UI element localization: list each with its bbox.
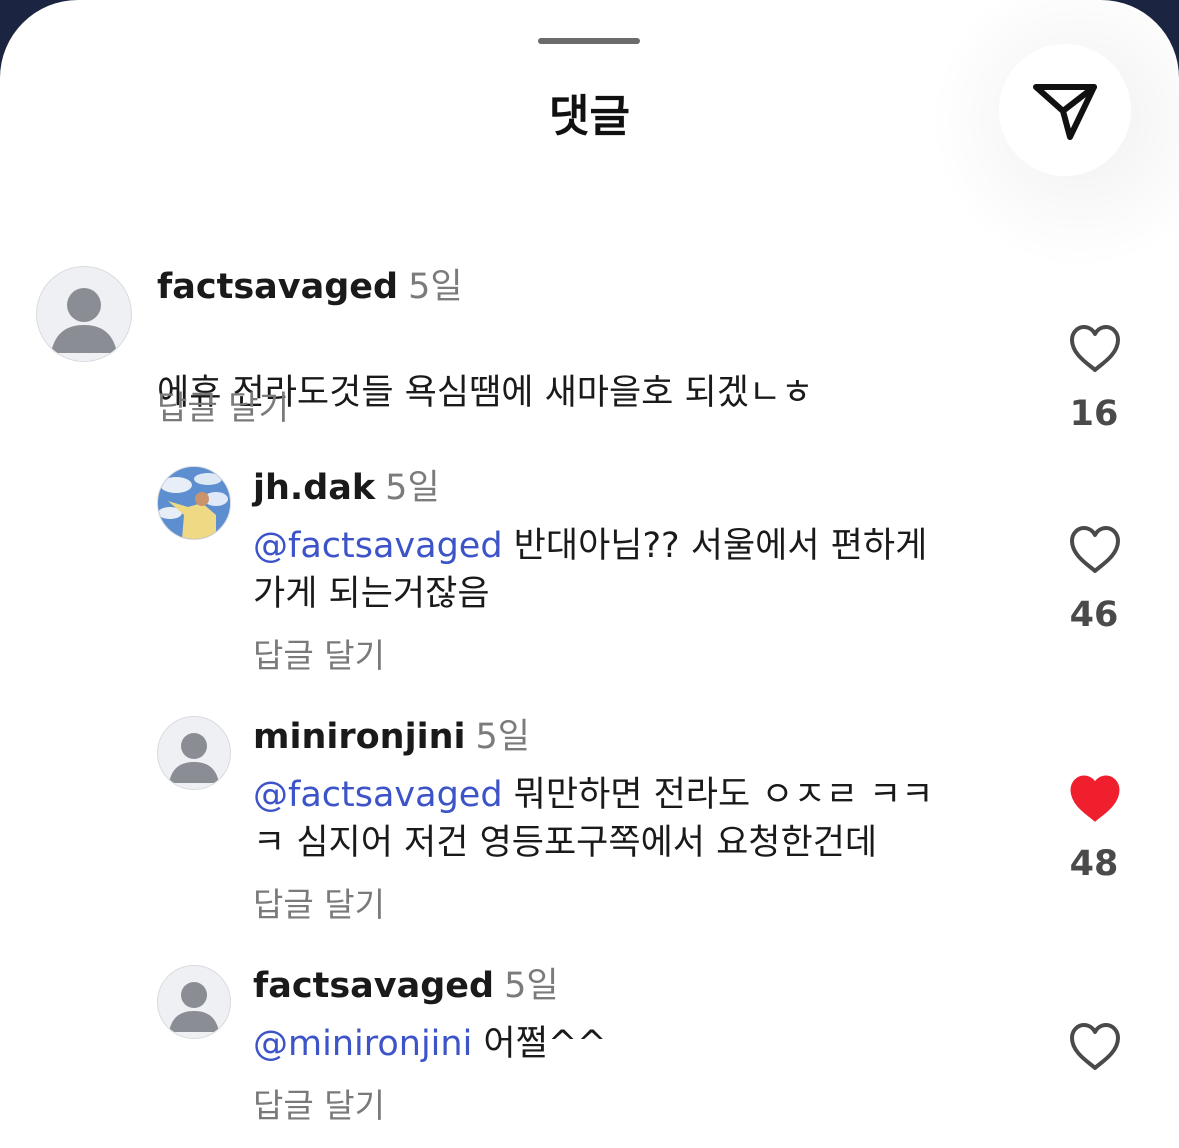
like-count: 48 xyxy=(1069,844,1119,884)
reply-button[interactable]: 답글 달기 xyxy=(253,1086,385,1126)
heart-icon[interactable] xyxy=(1068,1022,1122,1072)
avatar[interactable] xyxy=(36,266,132,362)
reply-button[interactable]: 답글 달기 xyxy=(253,885,385,925)
comment-time: 5일 xyxy=(475,717,530,757)
sheet-grabber-handle[interactable] xyxy=(538,38,640,44)
like-count: 46 xyxy=(1069,595,1119,635)
comment-username[interactable]: jh.dak xyxy=(253,468,375,508)
comment-time: 5일 xyxy=(385,468,440,508)
avatar[interactable] xyxy=(157,716,231,790)
heart-filled-icon[interactable] xyxy=(1068,774,1122,824)
comment-username[interactable]: minironjini xyxy=(253,717,466,757)
comment-username[interactable]: factsavaged xyxy=(253,966,494,1006)
avatar[interactable] xyxy=(157,965,231,1039)
comments-sheet: 댓글 factsavaged 5일 에휴 전라도것들 욕심땜에 새마을호 되겠ㄴㅎ… xyxy=(0,0,1179,1148)
comment-username[interactable]: factsavaged xyxy=(157,267,398,307)
comment-text: 에휴 전라도것들 욕심땜에 새마을호 되겠ㄴㅎ xyxy=(157,321,1037,417)
heart-icon[interactable] xyxy=(1068,324,1122,374)
default-avatar-icon xyxy=(51,288,117,353)
comment-text-body: 어쩔^^ xyxy=(472,1024,607,1064)
comment-text: @factsavaged 반대아님?? 서울에서 편하게 가게 되는거잖음 xyxy=(253,522,1033,618)
user-mention[interactable]: @factsavaged xyxy=(253,526,503,566)
comment-meta: jh.dak 5일 xyxy=(253,468,440,508)
like-count: 16 xyxy=(1069,394,1119,434)
comment-time: 5일 xyxy=(504,966,559,1006)
avatar[interactable] xyxy=(157,466,231,540)
comment-text: @minironjini 어쩔^^ xyxy=(253,1020,1033,1068)
comment-meta: minironjini 5일 xyxy=(253,717,530,757)
comment-text: @factsavaged 뭐만하면 전라도 ㅇㅈㄹ ㅋㅋ ㅋ 심지어 저건 영등… xyxy=(253,771,1033,867)
comment-time: 5일 xyxy=(408,267,463,307)
reply-button[interactable]: 답글 달기 xyxy=(253,636,385,676)
default-avatar-icon xyxy=(169,733,219,783)
comment-meta: factsavaged 5일 xyxy=(157,267,463,307)
user-mention[interactable]: @minironjini xyxy=(253,1024,472,1064)
user-mention[interactable]: @factsavaged xyxy=(253,775,503,815)
default-avatar-icon xyxy=(169,982,219,1032)
share-button[interactable] xyxy=(999,44,1131,176)
comment-meta: factsavaged 5일 xyxy=(253,966,559,1006)
photo-avatar xyxy=(158,467,230,539)
reply-button[interactable]: 답글 달기 xyxy=(157,388,289,428)
paper-plane-icon xyxy=(1033,84,1097,140)
heart-icon[interactable] xyxy=(1068,525,1122,575)
